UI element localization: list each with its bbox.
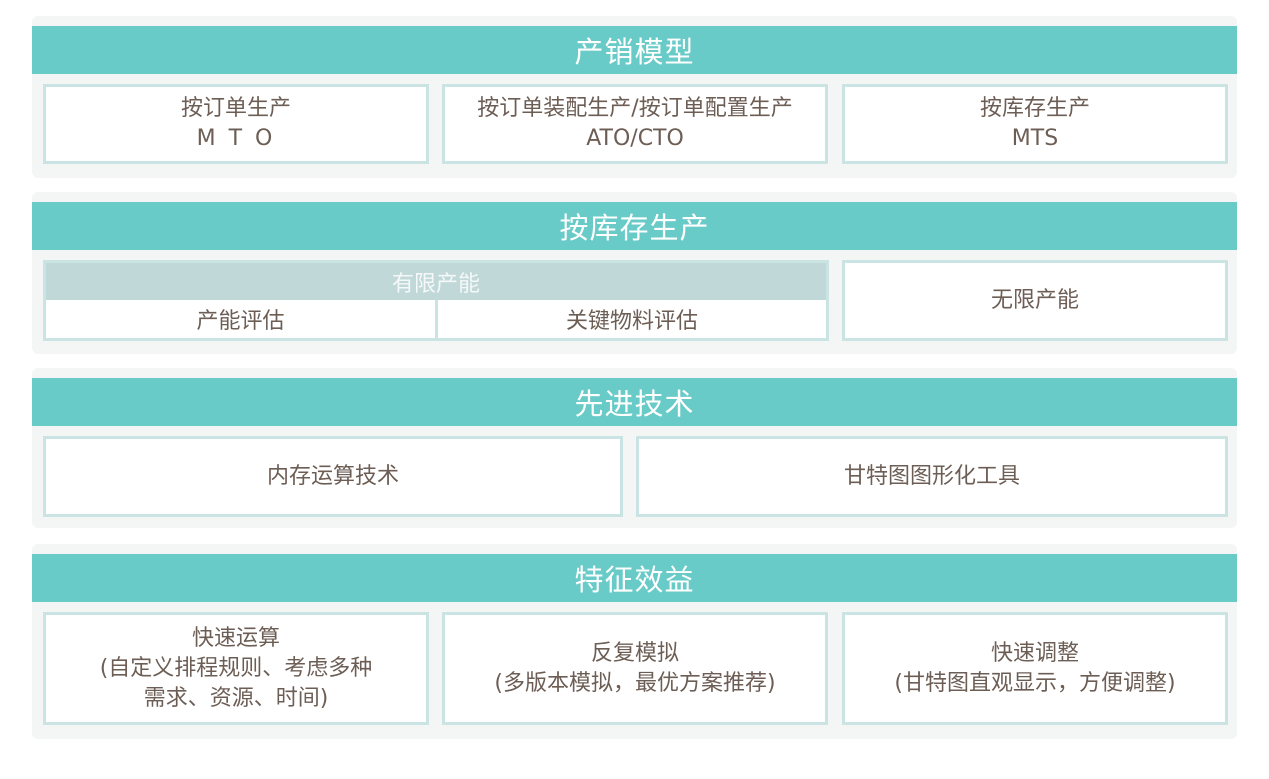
box-label: 按订单装配生产/按订单配置生产 — [477, 96, 793, 121]
capacity-evaluation: 产能评估 — [46, 300, 438, 338]
section-advanced-technology: 先进技术 内存运算技术 甘特图图形化工具 — [32, 368, 1237, 528]
section-title: 特征效益 — [32, 554, 1237, 602]
box-detail-line: (自定义排程规则、考虑多种 — [99, 655, 373, 681]
box-fast-adjustment: 快速调整 (甘特图直观显示，方便调整) — [842, 612, 1228, 725]
section-title: 按库存生产 — [32, 202, 1237, 250]
box-detail-line: (甘特图直观显示，方便调整) — [894, 670, 1176, 696]
box-label: 反复模拟 — [590, 640, 679, 666]
section-title: 先进技术 — [32, 378, 1237, 426]
box-gantt-graphical-tool: 甘特图图形化工具 — [636, 436, 1228, 517]
box-label: 快速运算 — [191, 625, 280, 651]
box-infinite-capacity: 无限产能 — [842, 260, 1228, 341]
box-label: 快速调整 — [990, 640, 1079, 666]
box-mts: 按库存生产 MTS — [842, 84, 1228, 164]
box-in-memory-computing: 内存运算技术 — [43, 436, 623, 517]
section-production-sales-model: 产销模型 按订单生产 M T O 按订单装配生产/按订单配置生产 ATO/CTO… — [32, 16, 1237, 178]
box-label: 无限产能 — [990, 287, 1079, 313]
section-features-benefits: 特征效益 快速运算 (自定义排程规则、考虑多种 需求、资源、时间) 反复模拟 (… — [32, 544, 1237, 739]
box-label: 内存运算技术 — [266, 463, 399, 489]
box-detail-line: (多版本模拟，最优方案推荐) — [494, 670, 776, 696]
key-material-evaluation: 关键物料评估 — [565, 309, 698, 334]
finite-capacity-group: 有限产能 产能评估 关键物料评估 — [43, 260, 829, 341]
box-fast-computing: 快速运算 (自定义排程规则、考虑多种 需求、资源、时间) — [43, 612, 429, 725]
box-repeated-simulation: 反复模拟 (多版本模拟，最优方案推荐) — [442, 612, 828, 725]
box-detail-line: 需求、资源、时间) — [143, 685, 329, 711]
box-ato-cto: 按订单装配生产/按订单配置生产 ATO/CTO — [442, 84, 828, 164]
box-label: 按库存生产 — [979, 96, 1090, 121]
section-make-to-stock: 按库存生产 有限产能 产能评估 关键物料评估 无限产能 — [32, 192, 1237, 354]
box-sublabel: M T O — [196, 126, 276, 151]
box-sublabel: MTS — [1011, 126, 1059, 151]
section-title: 产销模型 — [32, 26, 1237, 74]
box-label: 甘特图图形化工具 — [843, 463, 1020, 489]
box-label: 按订单生产 — [180, 96, 291, 121]
box-sublabel: ATO/CTO — [586, 126, 684, 151]
box-mto: 按订单生产 M T O — [43, 84, 429, 164]
finite-capacity-title: 有限产能 — [46, 263, 826, 300]
